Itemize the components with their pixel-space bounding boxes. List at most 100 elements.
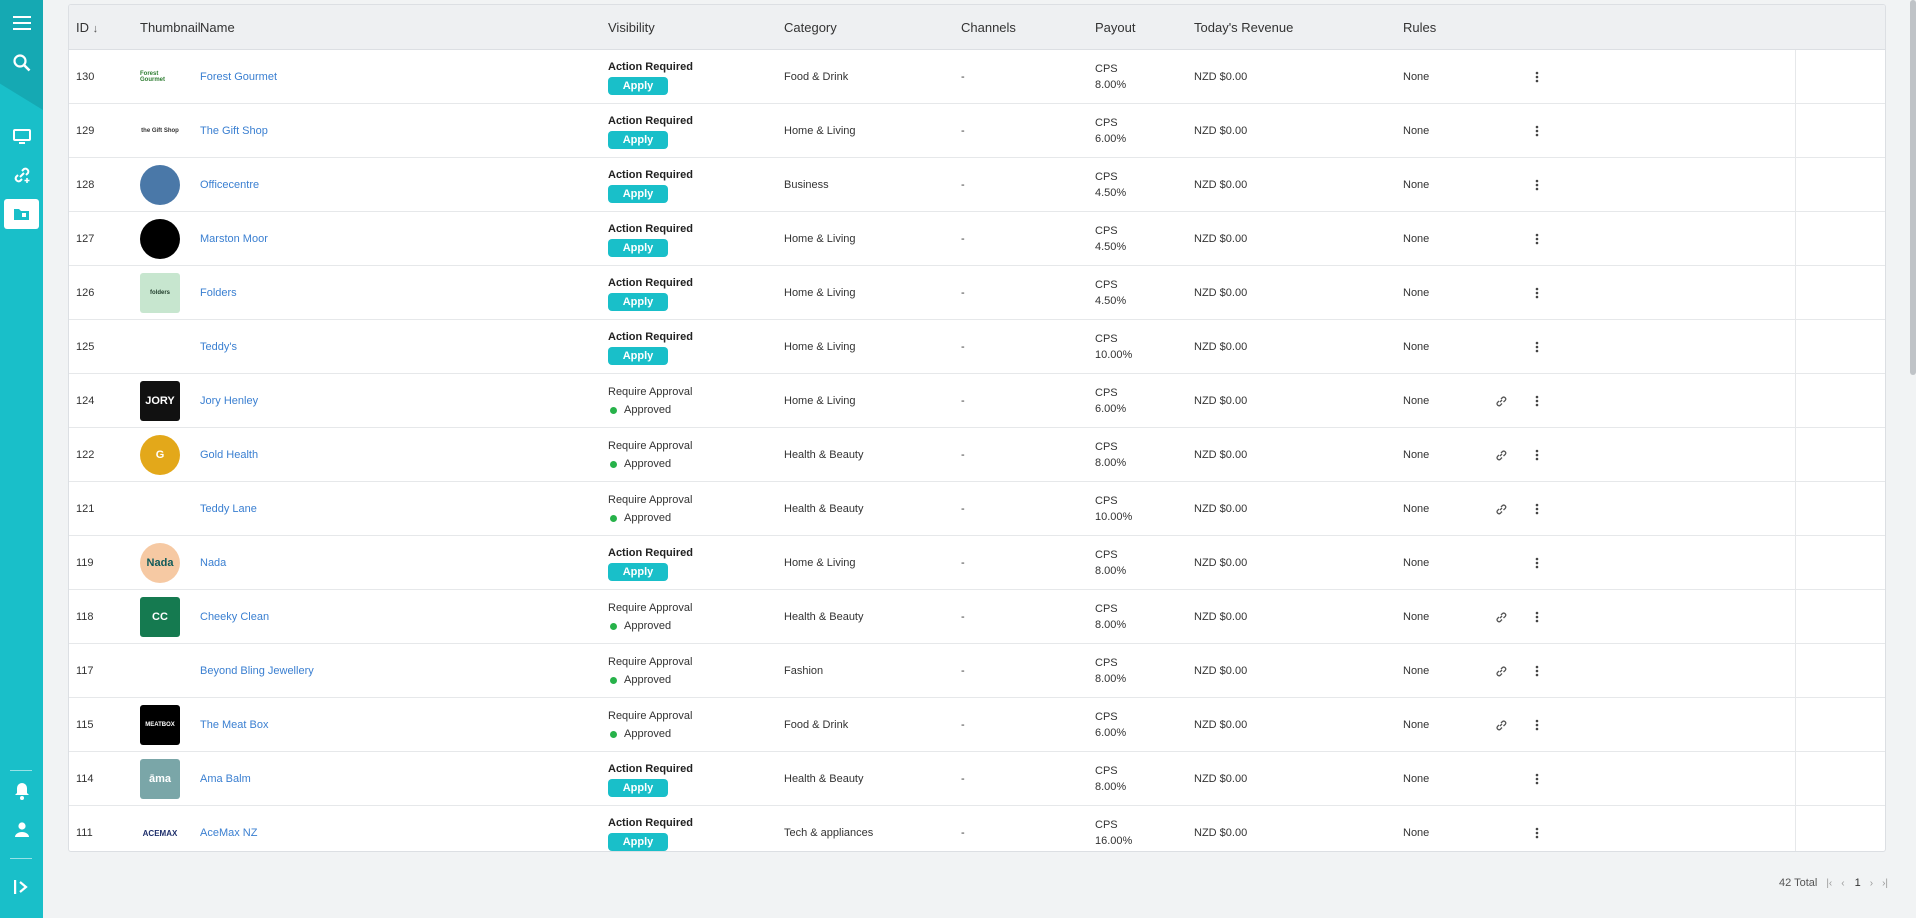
revenue-cell: NZD $0.00 [1194,611,1248,623]
apply-button[interactable]: Apply [608,76,668,95]
brand-name-link[interactable]: Beyond Bling Jewellery [200,644,314,698]
expand-icon[interactable] [0,872,43,902]
search-icon[interactable] [0,48,43,78]
brand-name-link[interactable]: Teddy's [200,320,237,374]
apply-button[interactable]: Apply [608,832,668,851]
bell-icon[interactable] [0,776,43,806]
revenue-cell: NZD $0.00 [1194,395,1248,407]
brand-name-link[interactable]: AceMax NZ [200,806,257,851]
payout-rate: 4.50% [1095,241,1127,253]
revenue-cell: NZD $0.00 [1194,557,1248,569]
more-options-icon[interactable] [1527,482,1547,536]
thumbnail-logo-text: CC [152,611,168,623]
approved-dot-icon [610,406,617,414]
more-options-icon[interactable] [1527,104,1547,158]
current-page[interactable]: 1 [1855,877,1861,889]
next-page-icon[interactable]: › [1870,878,1873,889]
revenue-cell: NZD $0.00 [1194,665,1248,677]
link-icon[interactable] [1491,698,1511,752]
visibility-status: Require Approval [608,386,693,398]
category-cell: Home & Living [784,287,856,299]
thumbnail-logo-text: MEATBOX [145,722,175,728]
more-options-icon[interactable] [1527,644,1547,698]
visibility-status: Action Required [608,546,693,559]
brand-name-link[interactable]: Jory Henley [200,374,258,428]
brand-name-link[interactable]: Teddy Lane [200,482,257,536]
menu-icon[interactable] [0,8,43,38]
apply-button[interactable]: Apply [608,184,668,203]
link-icon[interactable] [1491,374,1511,428]
col-visibility: Visibility [608,20,655,35]
apply-button[interactable]: Apply [608,778,668,797]
link-icon[interactable] [1491,482,1511,536]
folder-icon[interactable] [4,199,39,229]
payout-rate: 6.00% [1095,133,1127,145]
row-id: 128 [76,179,95,191]
more-options-icon[interactable] [1527,320,1547,374]
more-options-icon[interactable] [1527,50,1547,104]
row-id: 122 [76,449,95,461]
brand-name-link[interactable]: Cheeky Clean [200,590,269,644]
brand-name-link[interactable]: Ama Balm [200,752,251,806]
col-id[interactable]: ID ↓ [76,5,98,50]
prev-page-icon[interactable]: ‹ [1841,878,1844,889]
approved-status: Approved [608,511,692,525]
more-options-icon[interactable] [1527,590,1547,644]
row-id: 111 [76,827,93,839]
visibility-status: Action Required [608,114,693,127]
visibility-cell: Require Approval Approved [608,428,692,482]
brand-name-link[interactable]: The Gift Shop [200,104,268,158]
thumbnail-logo-text: folders [149,290,170,296]
last-page-icon[interactable]: ›| [1882,878,1888,889]
more-options-icon[interactable] [1527,212,1547,266]
link-icon[interactable] [1491,590,1511,644]
row-id: 115 [76,719,94,731]
link-icon[interactable] [1491,644,1511,698]
sort-arrow-icon[interactable]: ↓ [93,23,99,35]
brand-name-link[interactable]: Officecentre [200,158,259,212]
brand-name-link[interactable]: Nada [200,536,226,590]
scrollbar[interactable] [1910,0,1916,375]
brand-name-link[interactable]: Gold Health [200,428,258,482]
payout-cell: CPS 10.00% [1095,320,1132,374]
more-options-icon[interactable] [1527,806,1547,851]
apply-button[interactable]: Apply [608,292,668,311]
category-cell: Home & Living [784,341,856,353]
apply-button[interactable]: Apply [608,238,668,257]
more-options-icon[interactable] [1527,158,1547,212]
row-id: 127 [76,233,95,245]
revenue-cell: NZD $0.00 [1194,233,1248,245]
payout-type: CPS [1095,387,1118,399]
payout-rate: 6.00% [1095,403,1127,415]
monitor-icon[interactable] [0,122,43,152]
channels-cell: - [961,395,965,407]
brand-thumbnail: G [140,435,180,475]
payout-rate: 8.00% [1095,619,1127,631]
brand-name-link[interactable]: Marston Moor [200,212,268,266]
user-icon[interactable] [0,814,43,844]
actions-divider [1795,50,1796,851]
more-options-icon[interactable] [1527,536,1547,590]
more-options-icon[interactable] [1527,428,1547,482]
brand-name-link[interactable]: Folders [200,266,237,320]
more-options-icon[interactable] [1527,698,1547,752]
link-add-icon[interactable] [0,160,43,190]
apply-button[interactable]: Apply [608,130,668,149]
category-cell: Business [784,179,829,191]
more-options-icon[interactable] [1527,374,1547,428]
visibility-cell: Require Approval Approved [608,590,692,644]
payout-type: CPS [1095,711,1118,723]
apply-button[interactable]: Apply [608,346,668,365]
brand-name-link[interactable]: Forest Gourmet [200,50,277,104]
apply-button[interactable]: Apply [608,562,668,581]
row-id: 129 [76,125,95,137]
row-id: 119 [76,557,94,569]
more-options-icon[interactable] [1527,752,1547,806]
table-row: 127 Marston Moor Action Required Apply H… [69,212,1885,266]
link-icon[interactable] [1491,428,1511,482]
table-row: 129 the Gift Shop The Gift Shop Action R… [69,104,1885,158]
brand-name-link[interactable]: The Meat Box [200,698,268,752]
category-cell: Home & Living [784,395,856,407]
first-page-icon[interactable]: |‹ [1826,878,1832,889]
more-options-icon[interactable] [1527,266,1547,320]
